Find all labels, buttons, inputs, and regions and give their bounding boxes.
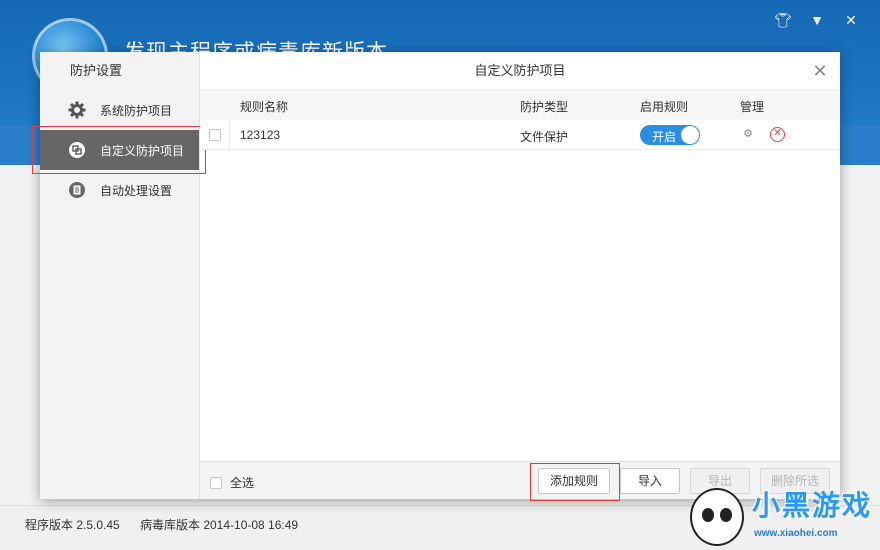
select-all-checkbox[interactable]: 全选 <box>210 474 254 491</box>
sidebar-item-system-protection[interactable]: 系统防护项目 <box>40 90 199 130</box>
shirt-icon[interactable]: 👕︎ <box>774 12 792 29</box>
dialog-title: 自定义防护项目 <box>200 52 840 90</box>
active-item-highlight-box <box>32 126 206 174</box>
sidebar-title: 防护设置 <box>70 63 123 78</box>
toggle-knob <box>681 126 699 144</box>
import-button[interactable]: 导入 <box>620 468 680 494</box>
column-header-name: 规则名称 <box>240 100 289 114</box>
panda-eye <box>702 508 714 522</box>
gear-icon <box>68 101 86 119</box>
watermark-url: www.xiaohei.com <box>754 528 838 539</box>
sidebar-item-label: 自动处理设置 <box>100 183 173 198</box>
rule-type: 文件保护 <box>520 130 569 144</box>
enable-rule-toggle[interactable]: 开启 <box>640 125 700 145</box>
settings-gear-icon[interactable]: ⚙ <box>742 128 754 140</box>
row-separator <box>229 120 230 150</box>
dialog-close-icon[interactable]: ✕ <box>810 61 830 81</box>
row-checkbox[interactable] <box>209 129 221 141</box>
panda-logo <box>690 488 744 546</box>
table-row[interactable]: 123123 文件保护 开启 ⚙ ✕ <box>200 120 840 150</box>
table-header: 规则名称 防护类型 启用规则 管理 <box>200 90 840 120</box>
protection-settings-dialog: 防护设置 系统防护项目 自定义防护项目 自动处理设置 自定义防护项目 ✕ 规则名… <box>32 52 840 501</box>
auto-process-icon <box>68 181 86 199</box>
site-watermark: 小黑游戏 www.xiaohei.com <box>680 480 880 550</box>
menu-icon[interactable]: ▼ <box>808 12 826 29</box>
column-header-manage: 管理 <box>740 100 765 114</box>
custom-protection-panel: 自定义防护项目 ✕ 规则名称 防护类型 启用规则 管理 123123 文件保护 … <box>200 52 840 501</box>
delete-rule-icon[interactable]: ✕ <box>770 127 785 142</box>
program-version: 程序版本 2.5.0.45 <box>25 518 120 532</box>
column-header-type: 防护类型 <box>520 100 569 114</box>
close-icon[interactable]: ✕ <box>842 12 860 29</box>
settings-sidebar: 防护设置 系统防护项目 自定义防护项目 自动处理设置 <box>32 52 206 499</box>
panda-eye <box>720 508 732 522</box>
select-all-label: 全选 <box>230 476 255 490</box>
column-header-enabled: 启用规则 <box>640 100 689 114</box>
toggle-label: 开启 <box>652 130 677 144</box>
add-rule-highlight-box <box>530 463 620 501</box>
window-controls: 👕︎ ▼ ✕ <box>774 12 860 29</box>
virus-db-version: 病毒库版本 2014-10-08 16:49 <box>140 518 299 532</box>
sidebar-item-label: 系统防护项目 <box>100 103 173 118</box>
watermark-text: 小黑游戏 <box>752 489 873 522</box>
select-all-box[interactable] <box>210 476 222 489</box>
rule-name: 123123 <box>240 128 281 142</box>
sidebar-item-auto-process[interactable]: 自动处理设置 <box>40 170 199 210</box>
